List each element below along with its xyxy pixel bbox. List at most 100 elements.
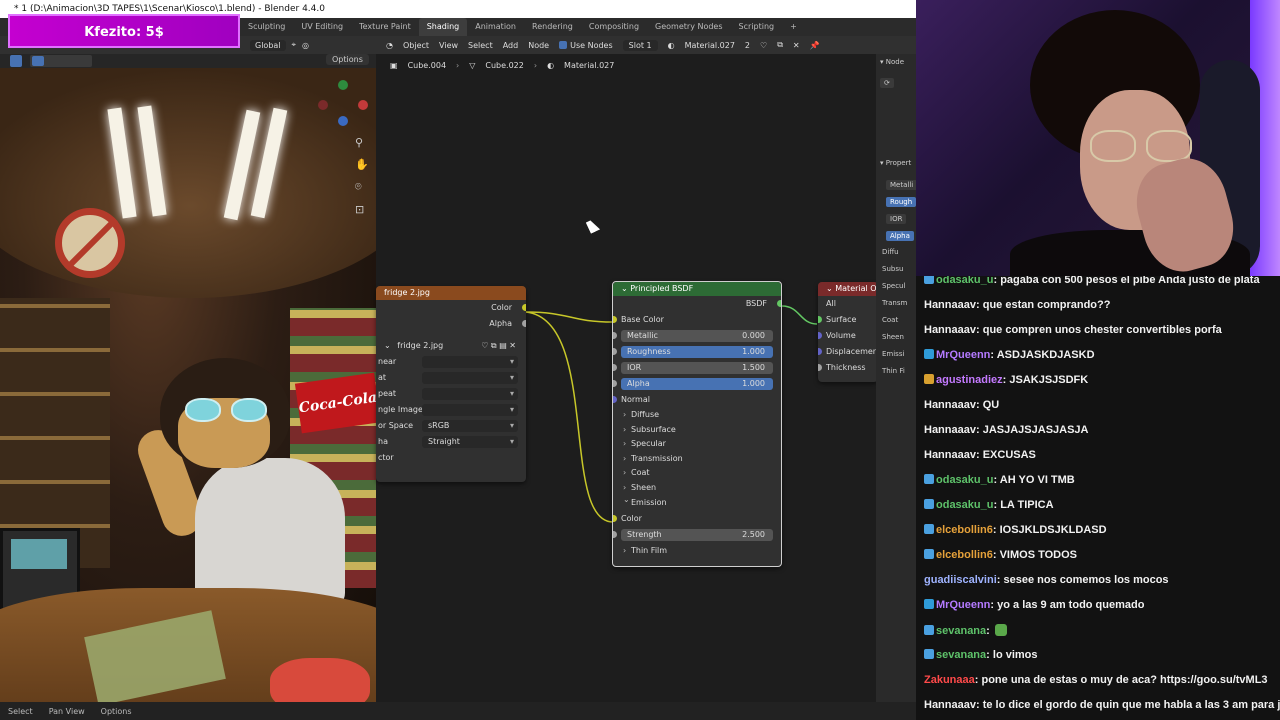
property-item[interactable]: Metalli (886, 180, 916, 190)
chat-username[interactable]: Hannaaav (924, 699, 976, 711)
axis-z-icon[interactable] (338, 116, 348, 126)
orientation-dropdown[interactable]: Global (250, 39, 286, 51)
use-nodes-toggle[interactable]: Use Nodes (559, 40, 613, 50)
ior-field[interactable]: IOR 1.500 (621, 362, 773, 374)
workspace-tab[interactable]: Animation (467, 18, 524, 36)
chat-username[interactable]: Hannaaav (924, 449, 976, 461)
row-dropdown[interactable] (422, 404, 518, 416)
socket-emission-color[interactable] (613, 515, 617, 522)
panel-diffuse[interactable]: Diffuse (613, 408, 781, 423)
workspace-tab[interactable]: Rendering (524, 18, 581, 36)
panel-coat[interactable]: Coat (613, 466, 781, 481)
panel-subsurface[interactable]: Subsurface (613, 423, 781, 438)
chat-username[interactable]: elcebollin6 (936, 549, 993, 561)
image-node-row[interactable]: at (376, 370, 526, 386)
object-mode-dropdown[interactable]: Object (403, 41, 429, 50)
refresh-icon[interactable]: ⟳ (880, 78, 894, 88)
property-item[interactable]: Diffu (882, 248, 899, 256)
fake-user-icon[interactable]: ♡ (760, 41, 767, 50)
socket-normal[interactable] (613, 396, 617, 403)
axis-x-icon[interactable] (358, 100, 368, 110)
image-node-row[interactable]: or Space sRGB (376, 418, 526, 434)
row-dropdown[interactable] (422, 356, 518, 368)
editor-type-icon[interactable]: ◔ (386, 41, 393, 50)
lock-icon[interactable]: ⊡ (355, 203, 369, 216)
workspace-tab[interactable]: Sculpting (240, 18, 293, 36)
row-dropdown[interactable] (422, 388, 518, 400)
panel-emission[interactable]: Emission (613, 495, 781, 511)
chat-username[interactable]: odasaku_u (936, 499, 993, 511)
property-item[interactable]: Specul (882, 282, 905, 290)
property-item[interactable]: Emissi (882, 350, 904, 358)
duplicate-icon[interactable]: ⧉ (777, 40, 783, 50)
property-item[interactable]: Thin Fi (882, 367, 905, 375)
principled-bsdf-node[interactable]: ⌄ Principled BSDF BSDF Base Color Metall… (612, 281, 782, 567)
image-actions-icons[interactable]: ♡ ⧉ ▤ ✕ (481, 338, 516, 354)
close-icon[interactable]: ✕ (793, 41, 800, 50)
row-dropdown[interactable]: sRGB (422, 420, 518, 432)
material-output-node[interactable]: ⌄ Material Ou All Surface Volume Displacem… (818, 282, 878, 382)
target-dropdown[interactable]: All (818, 296, 878, 312)
pin-icon[interactable]: 📌 (810, 41, 820, 50)
tab-node[interactable]: ▾ Node (880, 58, 904, 66)
socket-metallic[interactable] (613, 332, 617, 339)
chat-username[interactable]: guadiiscalvini (924, 574, 997, 586)
chat-username[interactable]: Hannaaav (924, 424, 976, 436)
camera-icon[interactable]: ⌾ (355, 180, 369, 194)
zoom-icon[interactable]: ⚲ (355, 136, 369, 149)
axis-neg-x-icon[interactable] (318, 100, 328, 110)
property-item[interactable]: Coat (882, 316, 898, 324)
chat-username[interactable]: sevanana (936, 649, 986, 661)
image-texture-node[interactable]: fridge 2.jpg Color Alpha ⌄ fridge 2.jpg … (376, 286, 526, 482)
property-item[interactable]: Alpha (886, 231, 914, 241)
panel-thin-film[interactable]: Thin Film (613, 543, 781, 559)
viewport-options-button[interactable]: Options (326, 54, 369, 65)
menu-node[interactable]: Node (528, 41, 549, 50)
socket-volume[interactable] (818, 332, 822, 339)
chat-username[interactable]: MrQueenn (936, 349, 990, 361)
chat-username[interactable]: sevanana (936, 625, 986, 637)
socket-color[interactable] (522, 304, 526, 311)
image-node-row[interactable]: ctor (376, 450, 526, 466)
property-item[interactable]: Sheen (882, 333, 904, 341)
workspace-tab[interactable]: Scripting (731, 18, 783, 36)
socket-roughness[interactable] (613, 348, 617, 355)
chat-username[interactable]: Hannaaav (924, 399, 976, 411)
workspace-tab[interactable]: Shading (418, 18, 468, 36)
workspace-tab[interactable]: Geometry Nodes (647, 18, 730, 36)
menu-add[interactable]: Add (503, 41, 519, 50)
slot-dropdown[interactable]: Slot 1 (622, 39, 658, 51)
chat-username[interactable]: odasaku_u (936, 276, 993, 286)
property-item[interactable]: IOR (886, 214, 907, 224)
axis-y-icon[interactable] (338, 80, 348, 90)
property-item[interactable]: Transm (882, 299, 907, 307)
panel-transmission[interactable]: Transmission (613, 452, 781, 467)
menu-select[interactable]: Select (468, 41, 493, 50)
image-node-row[interactable]: ha Straight (376, 434, 526, 450)
socket-thickness[interactable] (818, 364, 822, 371)
chat-username[interactable]: Hannaaav (924, 324, 976, 336)
workspace-tab[interactable]: UV Editing (293, 18, 351, 36)
strength-field[interactable]: Strength 2.500 (621, 529, 773, 541)
chat-username[interactable]: MrQueenn (936, 599, 990, 611)
image-node-row[interactable]: peat (376, 386, 526, 402)
workspace-tab[interactable]: Texture Paint (351, 18, 419, 36)
image-name[interactable]: fridge 2.jpg (397, 341, 443, 350)
chat-username[interactable]: Hannaaav (924, 299, 976, 311)
proportional-icon[interactable]: ◎ (302, 41, 309, 50)
socket-alpha[interactable] (522, 320, 526, 327)
socket-alpha[interactable] (613, 380, 617, 387)
menu-view[interactable]: View (439, 41, 458, 50)
image-selector[interactable]: ⌄ fridge 2.jpg ♡ ⧉ ▤ ✕ (376, 338, 526, 354)
chat-username[interactable]: Zakunaaa (924, 674, 975, 686)
3d-viewport[interactable]: Coca-Cola (0, 68, 376, 702)
chat-username[interactable]: odasaku_u (936, 474, 993, 486)
socket-base-color[interactable] (613, 316, 617, 323)
material-name-field[interactable]: Material.027 (685, 41, 735, 50)
image-node-row[interactable]: near (376, 354, 526, 370)
workspace-tab[interactable]: + (782, 18, 805, 36)
snap-icon[interactable]: ⌖ (292, 40, 297, 50)
property-item[interactable]: Rough (886, 197, 916, 207)
chat-username[interactable]: elcebollin6 (936, 524, 993, 536)
select-tool-icon[interactable] (10, 55, 22, 67)
